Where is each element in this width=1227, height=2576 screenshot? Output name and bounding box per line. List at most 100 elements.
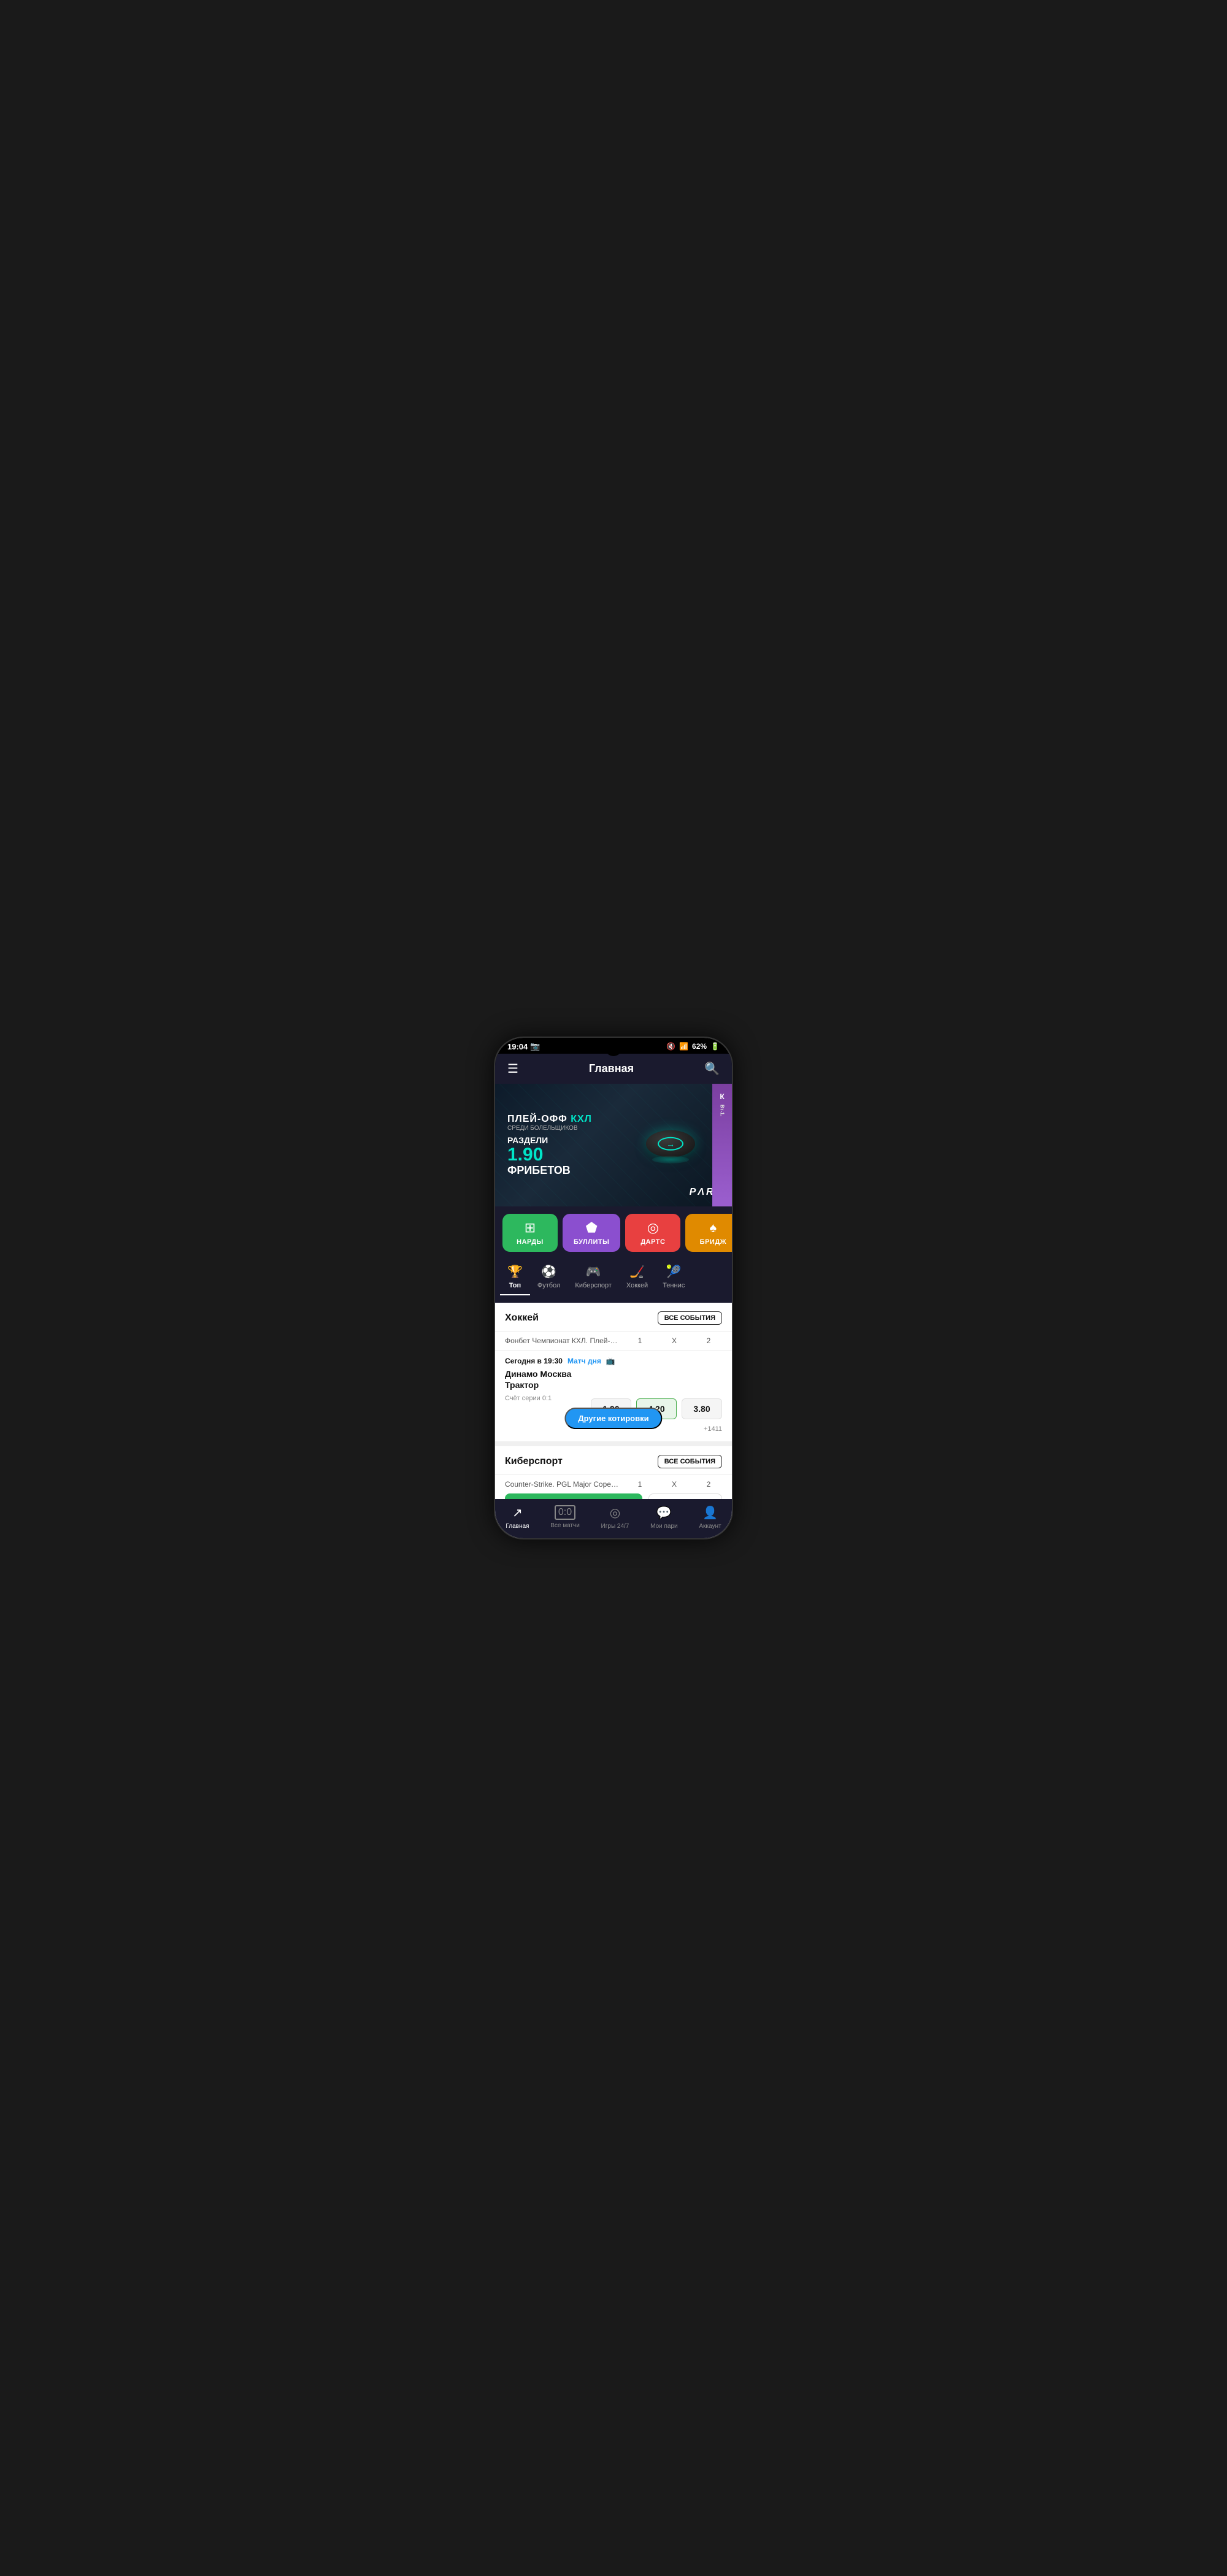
puck-container: → xyxy=(646,1130,695,1157)
phone-screen: 19:04 📷 🔇 📶 62% 🔋 ☰ Главная 🔍 ПЛЕЙ-ОФФ К… xyxy=(495,1038,732,1538)
hockey-colx: X xyxy=(661,1336,688,1345)
match-team1: Динамо Москва xyxy=(505,1369,722,1379)
status-left: 19:04 📷 xyxy=(507,1041,540,1051)
match-time: Сегодня в 19:30 xyxy=(505,1357,563,1365)
banner-khl: КХЛ xyxy=(571,1114,592,1124)
bottom-nav-bets[interactable]: 💬 Мои пари xyxy=(650,1505,678,1530)
bets-nav-label: Мои пари xyxy=(650,1523,678,1530)
sport-nav-esport[interactable]: 🎮 Киберспорт xyxy=(567,1259,618,1295)
home-nav-icon: ↗ xyxy=(512,1505,523,1520)
top-nav: ☰ Главная 🔍 xyxy=(495,1054,732,1084)
puck-glow xyxy=(652,1156,689,1163)
puck: → xyxy=(646,1130,695,1157)
bottom-nav-matches[interactable]: 0:0 Все матчи xyxy=(550,1505,580,1530)
esport-col2: 2 xyxy=(695,1480,722,1489)
darts-label: ДАРТС xyxy=(640,1238,665,1246)
sport-cat-nardy[interactable]: ⊞ НАРДЫ xyxy=(502,1214,558,1252)
status-photo-icon: 📷 xyxy=(530,1041,540,1051)
puck-ring: → xyxy=(658,1137,683,1151)
matches-nav-label: Все матчи xyxy=(550,1522,580,1529)
status-time: 19:04 xyxy=(507,1042,528,1051)
sport-nav-tennis[interactable]: 🎾 Теннис xyxy=(655,1259,692,1295)
games-nav-label: Игры 24/7 xyxy=(601,1523,629,1530)
esport-label: Киберспорт xyxy=(575,1282,611,1289)
battery-icon: 🔋 xyxy=(710,1042,720,1051)
sport-cat-bully[interactable]: ⬟ БУЛЛИТЫ xyxy=(563,1214,620,1252)
tooltip-btn[interactable]: Другие котировки xyxy=(564,1408,662,1429)
match-series: Счёт серии 0:1 xyxy=(505,1395,552,1402)
banner[interactable]: ПЛЕЙ-ОФФ КХЛ СРЕДИ БОЛЕЛЬЩИКОВ РАЗДЕЛИ 1… xyxy=(495,1084,732,1206)
sport-nav-top[interactable]: 🏆 Топ xyxy=(500,1259,530,1295)
bottom-nav: ↗ Главная 0:0 Все матчи ◎ Игры 24/7 💬 Мо… xyxy=(495,1499,732,1538)
stream-icon: 📺 xyxy=(606,1357,615,1365)
banner-content: ПЛЕЙ-ОФФ КХЛ СРЕДИ БОЛЕЛЬЩИКОВ РАЗДЕЛИ 1… xyxy=(495,1103,732,1187)
games-nav-icon: ◎ xyxy=(610,1505,620,1520)
hockey-section-title: Хоккей xyxy=(505,1313,539,1324)
esport-league-row: Counter-Strike. PGL Major Copen... 1 X 2 xyxy=(495,1474,732,1493)
sport-cat-darts[interactable]: ◎ ДАРТС xyxy=(625,1214,680,1252)
hockey-col1: 1 xyxy=(626,1336,653,1345)
home-nav-label: Главная xyxy=(506,1523,529,1530)
bottom-nav-account[interactable]: 👤 Аккаунт xyxy=(699,1505,721,1530)
match-team2: Трактор xyxy=(505,1380,722,1390)
hamburger-icon[interactable]: ☰ xyxy=(507,1061,518,1076)
sport-nav: 🏆 Топ ⚽ Футбол 🎮 Киберспорт 🏒 Хоккей 🎾 Т… xyxy=(495,1259,732,1303)
bottom-nav-home[interactable]: ↗ Главная xyxy=(506,1505,529,1530)
banner-playoff: ПЛЕЙ-ОФФ КХЛ xyxy=(507,1113,592,1125)
hockey-col2: 2 xyxy=(695,1336,722,1345)
esport-col1: 1 xyxy=(626,1480,653,1489)
sport-cat-bridge[interactable]: ♠ БРИДЖ xyxy=(685,1214,732,1252)
hockey-league-row: Фонбет Чемпионат КХЛ. Плей-о... 1 X 2 xyxy=(495,1331,732,1350)
hockey-match-block: Сегодня в 19:30 Матч дня 📺 Динамо Москва… xyxy=(495,1350,732,1441)
sport-nav-football[interactable]: ⚽ Футбол xyxy=(530,1259,568,1295)
match-teams: Динамо Москва Трактор xyxy=(505,1369,722,1390)
top-icon: 🏆 xyxy=(507,1264,523,1279)
battery-text: 62% xyxy=(692,1042,707,1051)
football-label: Футбол xyxy=(537,1282,561,1289)
sport-nav-hockey[interactable]: 🏒 Хоккей xyxy=(619,1259,655,1295)
bully-label: БУЛЛИТЫ xyxy=(574,1238,609,1246)
banner-freebet: ФРИБЕТОВ xyxy=(507,1164,720,1177)
esport-odds-headers: 1 X 2 xyxy=(626,1480,722,1489)
page-title: Главная xyxy=(589,1062,634,1075)
hockey-label: Хоккей xyxy=(626,1282,648,1289)
match-time-row: Сегодня в 19:30 Матч дня 📺 xyxy=(505,1357,722,1365)
football-icon: ⚽ xyxy=(541,1264,556,1279)
bridge-icon: ♠ xyxy=(710,1220,717,1236)
esport-all-events-btn[interactable]: ВСЕ СОБЫТИЯ xyxy=(658,1455,722,1468)
status-bar: 19:04 📷 🔇 📶 62% 🔋 xyxy=(495,1038,732,1054)
tooltip-container: Другие котировки xyxy=(505,1403,722,1434)
nardy-label: НАРДЫ xyxy=(517,1238,544,1246)
sport-categories: ⊞ НАРДЫ ⬟ БУЛЛИТЫ ◎ ДАРТС ♠ БРИДЖ xyxy=(495,1206,732,1259)
esport-colx: X xyxy=(661,1480,688,1489)
hockey-league-name: Фонбет Чемпионат КХЛ. Плей-о... xyxy=(505,1336,620,1345)
hockey-all-events-btn[interactable]: ВСЕ СОБЫТИЯ xyxy=(658,1311,722,1325)
esport-section-header: Киберспорт ВСЕ СОБЫТИЯ xyxy=(495,1446,732,1474)
tennis-icon: 🎾 xyxy=(666,1264,682,1279)
bottom-nav-games[interactable]: ◎ Игры 24/7 xyxy=(601,1505,629,1530)
hockey-icon: 🏒 xyxy=(629,1264,645,1279)
esport-league-name: Counter-Strike. PGL Major Copen... xyxy=(505,1480,620,1489)
bridge-label: БРИДЖ xyxy=(700,1238,726,1246)
notch xyxy=(605,1039,622,1056)
tennis-label: Теннис xyxy=(663,1282,685,1289)
phone-frame: 19:04 📷 🔇 📶 62% 🔋 ☰ Главная 🔍 ПЛЕЙ-ОФФ К… xyxy=(494,1037,733,1539)
match-day-badge: Матч дня xyxy=(567,1357,601,1365)
mute-icon: 🔇 xyxy=(666,1042,675,1051)
bully-icon: ⬟ xyxy=(586,1220,598,1236)
hockey-section: Хоккей ВСЕ СОБЫТИЯ Фонбет Чемпионат КХЛ.… xyxy=(495,1303,732,1441)
darts-icon: ◎ xyxy=(647,1220,659,1236)
hockey-odds-headers: 1 X 2 xyxy=(626,1336,722,1345)
search-icon[interactable]: 🔍 xyxy=(704,1061,720,1076)
matches-nav-icon: 0:0 xyxy=(555,1505,575,1520)
bets-nav-icon: 💬 xyxy=(656,1505,672,1520)
esport-icon: 🎮 xyxy=(586,1264,601,1279)
account-nav-icon: 👤 xyxy=(702,1505,718,1520)
right-strip-letter: К xyxy=(720,1092,724,1101)
status-right: 🔇 📶 62% 🔋 xyxy=(666,1042,720,1051)
wifi-icon: 📶 xyxy=(679,1042,688,1051)
nardy-icon: ⊞ xyxy=(525,1220,536,1236)
top-label: Топ xyxy=(509,1282,521,1289)
esport-section-title: Киберспорт xyxy=(505,1456,563,1467)
puck-arrow: → xyxy=(666,1139,675,1149)
